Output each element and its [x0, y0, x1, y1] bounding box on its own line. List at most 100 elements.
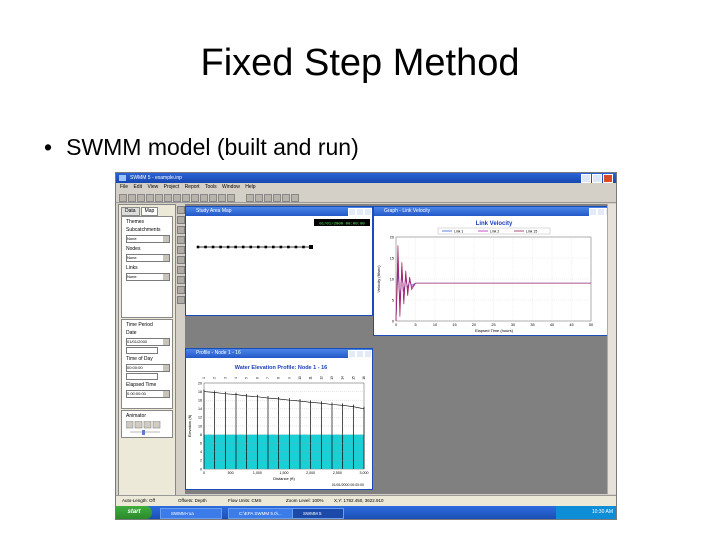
back-icon[interactable] — [134, 421, 143, 429]
maximize-icon[interactable] — [356, 350, 364, 358]
maximize-icon[interactable] — [592, 174, 602, 183]
y-tick-label: 10 — [390, 277, 394, 281]
x-tick-label: 10 — [433, 323, 437, 327]
select-object-icon[interactable] — [177, 206, 185, 214]
forward-icon[interactable] — [152, 421, 161, 429]
x-tick-label: 1,500 — [280, 471, 289, 475]
rain-gage-icon[interactable] — [177, 226, 185, 234]
maximize-icon[interactable] — [356, 208, 364, 216]
node-label: 8 — [277, 377, 281, 379]
map-node[interactable] — [279, 245, 283, 249]
tab-map[interactable]: Map — [140, 207, 159, 216]
stop-icon[interactable] — [143, 421, 152, 429]
time-period-panel: Time Period Date 01/01/2000 Time of Day … — [121, 319, 173, 409]
pan-icon[interactable] — [255, 194, 263, 202]
vertex-icon[interactable] — [177, 216, 185, 224]
minimize-icon[interactable] — [348, 208, 356, 216]
minimize-icon[interactable] — [348, 350, 356, 358]
start-button[interactable]: start — [116, 506, 152, 519]
menu-view[interactable]: View — [147, 184, 158, 190]
map-node[interactable] — [249, 245, 253, 249]
full-extent-icon[interactable] — [282, 194, 290, 202]
menu-edit[interactable]: Edit — [133, 184, 142, 190]
run-icon[interactable] — [173, 194, 181, 202]
pump-icon[interactable] — [177, 286, 185, 294]
graph-window-title: Graph - Link Velocity — [374, 207, 613, 216]
map-node[interactable] — [196, 245, 200, 249]
vertical-scrollbar[interactable] — [607, 204, 616, 494]
open-file-icon[interactable] — [128, 194, 136, 202]
close-icon[interactable] — [364, 208, 372, 216]
map-node[interactable] — [302, 245, 305, 249]
map-node[interactable] — [226, 245, 230, 249]
profile-x-label: Distance (ft) — [273, 476, 295, 481]
map-node[interactable] — [272, 245, 275, 249]
subcatchment-icon[interactable] — [177, 236, 185, 244]
zoom-in-icon[interactable] — [264, 194, 272, 202]
table-icon[interactable] — [200, 194, 208, 202]
map-node[interactable] — [294, 245, 298, 249]
map-node[interactable] — [264, 245, 268, 249]
time-of-day-select[interactable]: 00:00:00 — [126, 364, 170, 372]
options-icon[interactable] — [218, 194, 226, 202]
map-canvas[interactable]: 01/01/2000 00:00:00 — [186, 217, 372, 314]
arrange-icon[interactable] — [227, 194, 235, 202]
map-node[interactable] — [287, 245, 290, 249]
close-icon[interactable] — [364, 350, 372, 358]
menu-window[interactable]: Window — [222, 184, 240, 190]
map-node[interactable] — [309, 245, 313, 249]
task-item[interactable]: SWMM 5 — [292, 508, 344, 519]
links-select[interactable]: None — [126, 273, 170, 281]
storage-icon[interactable] — [177, 266, 185, 274]
profile-window-title: Profile - Node 1 - 16 — [186, 349, 372, 358]
menu-help[interactable]: Help — [245, 184, 255, 190]
measure-icon[interactable] — [291, 194, 299, 202]
find-icon[interactable] — [164, 194, 172, 202]
profile-timestamp: 01/01/2000 00:00:00 — [332, 483, 364, 487]
query-icon[interactable] — [182, 194, 190, 202]
menu-tools[interactable]: Tools — [205, 184, 217, 190]
select-icon[interactable] — [246, 194, 254, 202]
x-tick-label: 5 — [414, 323, 416, 327]
map-node[interactable] — [204, 245, 207, 249]
task-item[interactable]: SWMM-rua — [160, 508, 222, 519]
junction-icon[interactable] — [177, 246, 185, 254]
menu-file[interactable]: File — [120, 184, 128, 190]
map-node[interactable] — [219, 245, 222, 249]
print-icon[interactable] — [146, 194, 154, 202]
minimize-icon[interactable] — [581, 174, 591, 183]
elapsed-time-select[interactable]: 0.00:00:00 — [126, 390, 170, 398]
rewind-icon[interactable] — [126, 421, 134, 429]
close-icon[interactable] — [603, 174, 613, 183]
statistics-icon[interactable] — [209, 194, 217, 202]
date-slider[interactable] — [126, 347, 158, 354]
subcatchments-value: None — [127, 236, 137, 241]
map-node[interactable] — [256, 245, 260, 249]
menu-report[interactable]: Report — [185, 184, 200, 190]
maximize-icon[interactable] — [597, 208, 605, 216]
map-node[interactable] — [234, 245, 237, 249]
conduit-icon[interactable] — [177, 276, 185, 284]
graph-icon[interactable] — [191, 194, 199, 202]
nodes-select[interactable]: None — [126, 254, 170, 262]
task-item[interactable]: C:\EPA SWMM 5.0\... — [228, 508, 296, 519]
minimize-icon[interactable] — [589, 208, 597, 216]
outfall-icon[interactable] — [177, 256, 185, 264]
label-icon[interactable] — [177, 296, 185, 304]
menu-project[interactable]: Project — [164, 184, 180, 190]
map-node[interactable] — [241, 245, 245, 249]
tab-data[interactable]: Data — [121, 207, 140, 216]
status-flow-units[interactable]: Flow Units: CMS — [228, 496, 262, 506]
status-offsets[interactable]: Offsets: Depth — [178, 496, 207, 506]
subcatchments-select[interactable]: None — [126, 235, 170, 243]
time-slider[interactable] — [126, 373, 158, 380]
new-file-icon[interactable] — [119, 194, 127, 202]
save-icon[interactable] — [137, 194, 145, 202]
zoom-out-icon[interactable] — [273, 194, 281, 202]
copy-icon[interactable] — [155, 194, 163, 202]
status-auto-length[interactable]: Auto-Length: Off — [122, 496, 155, 506]
map-node[interactable] — [211, 245, 215, 249]
speed-slider[interactable] — [142, 430, 145, 435]
link-velocity-graph-window: Graph - Link Velocity Link Velocity Link… — [373, 206, 614, 336]
date-select[interactable]: 01/01/2000 — [126, 338, 170, 346]
